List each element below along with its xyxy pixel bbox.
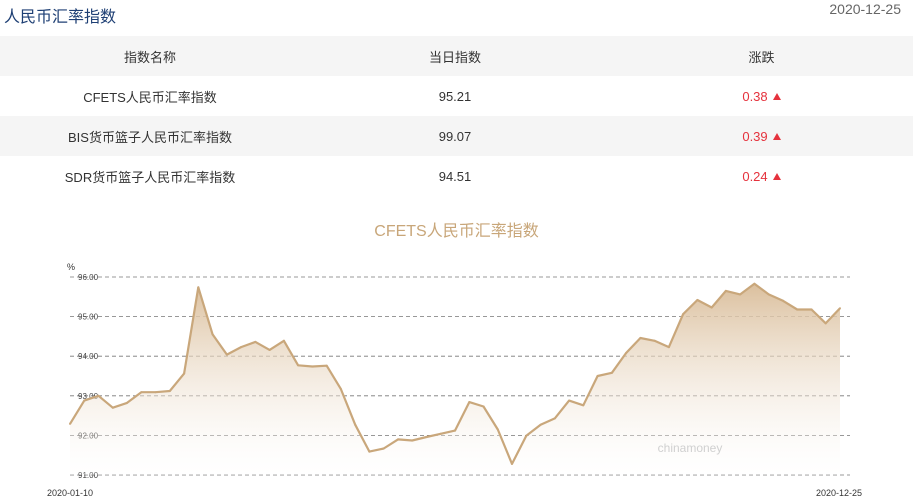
data-point[interactable] — [140, 391, 143, 394]
x-axis-end-label: 2020-12-25 — [816, 488, 862, 498]
data-point[interactable] — [639, 337, 642, 339]
data-point[interactable] — [582, 404, 585, 407]
data-point[interactable] — [511, 462, 513, 465]
data-point[interactable] — [83, 399, 86, 402]
data-point[interactable] — [824, 322, 827, 325]
data-point[interactable] — [667, 346, 670, 349]
data-point[interactable] — [197, 286, 200, 289]
cfets-area-chart: 96.0095.0094.0093.0092.0091.00 % chinamo… — [47, 262, 862, 498]
data-point[interactable] — [553, 417, 556, 420]
data-point[interactable] — [710, 306, 713, 309]
data-point[interactable] — [368, 450, 371, 453]
data-point[interactable] — [468, 401, 471, 404]
data-point[interactable] — [240, 346, 243, 349]
data-point[interactable] — [325, 364, 328, 367]
data-point[interactable] — [311, 365, 314, 368]
y-tick-label: 96.00 — [78, 273, 99, 282]
data-point[interactable] — [425, 436, 428, 438]
data-point[interactable] — [767, 293, 770, 296]
data-point[interactable] — [596, 375, 599, 377]
data-point[interactable] — [168, 390, 171, 392]
data-point[interactable] — [439, 432, 442, 435]
data-point[interactable] — [254, 340, 257, 343]
data-point[interactable] — [782, 299, 784, 302]
data-point[interactable] — [126, 401, 128, 404]
data-point[interactable] — [411, 439, 414, 442]
data-point[interactable] — [454, 429, 456, 432]
y-tick-label: 95.00 — [78, 313, 99, 322]
data-point[interactable] — [525, 434, 528, 437]
data-point[interactable] — [297, 364, 300, 367]
data-point[interactable] — [268, 348, 271, 351]
data-point[interactable] — [354, 423, 357, 426]
data-point[interactable] — [796, 308, 799, 311]
data-point[interactable] — [739, 293, 742, 296]
y-axis-unit: % — [67, 262, 75, 272]
data-point[interactable] — [183, 372, 186, 375]
data-point[interactable] — [539, 423, 542, 426]
data-point[interactable] — [225, 353, 228, 356]
data-point[interactable] — [810, 308, 813, 311]
data-point[interactable] — [282, 339, 285, 342]
data-point[interactable] — [382, 447, 385, 450]
data-point[interactable] — [682, 313, 685, 316]
data-point[interactable] — [753, 282, 756, 285]
x-axis-start-label: 2020-01-10 — [47, 488, 93, 498]
data-point[interactable] — [610, 371, 613, 374]
data-point[interactable] — [839, 307, 841, 310]
data-point[interactable] — [397, 438, 399, 441]
data-point[interactable] — [339, 388, 342, 391]
data-point[interactable] — [496, 428, 499, 431]
area-fill — [70, 283, 840, 475]
data-point[interactable] — [111, 406, 114, 409]
data-point[interactable] — [653, 339, 656, 342]
data-point[interactable] — [568, 399, 571, 402]
y-tick-label: 94.00 — [78, 352, 99, 361]
watermark: chinamoney — [658, 441, 723, 455]
data-point[interactable] — [69, 422, 71, 425]
data-point[interactable] — [154, 391, 157, 394]
data-point[interactable] — [97, 394, 100, 397]
data-point[interactable] — [724, 289, 727, 292]
data-point[interactable] — [211, 333, 214, 336]
data-point[interactable] — [625, 352, 628, 354]
data-point[interactable] — [696, 299, 699, 301]
data-point[interactable] — [482, 405, 485, 408]
